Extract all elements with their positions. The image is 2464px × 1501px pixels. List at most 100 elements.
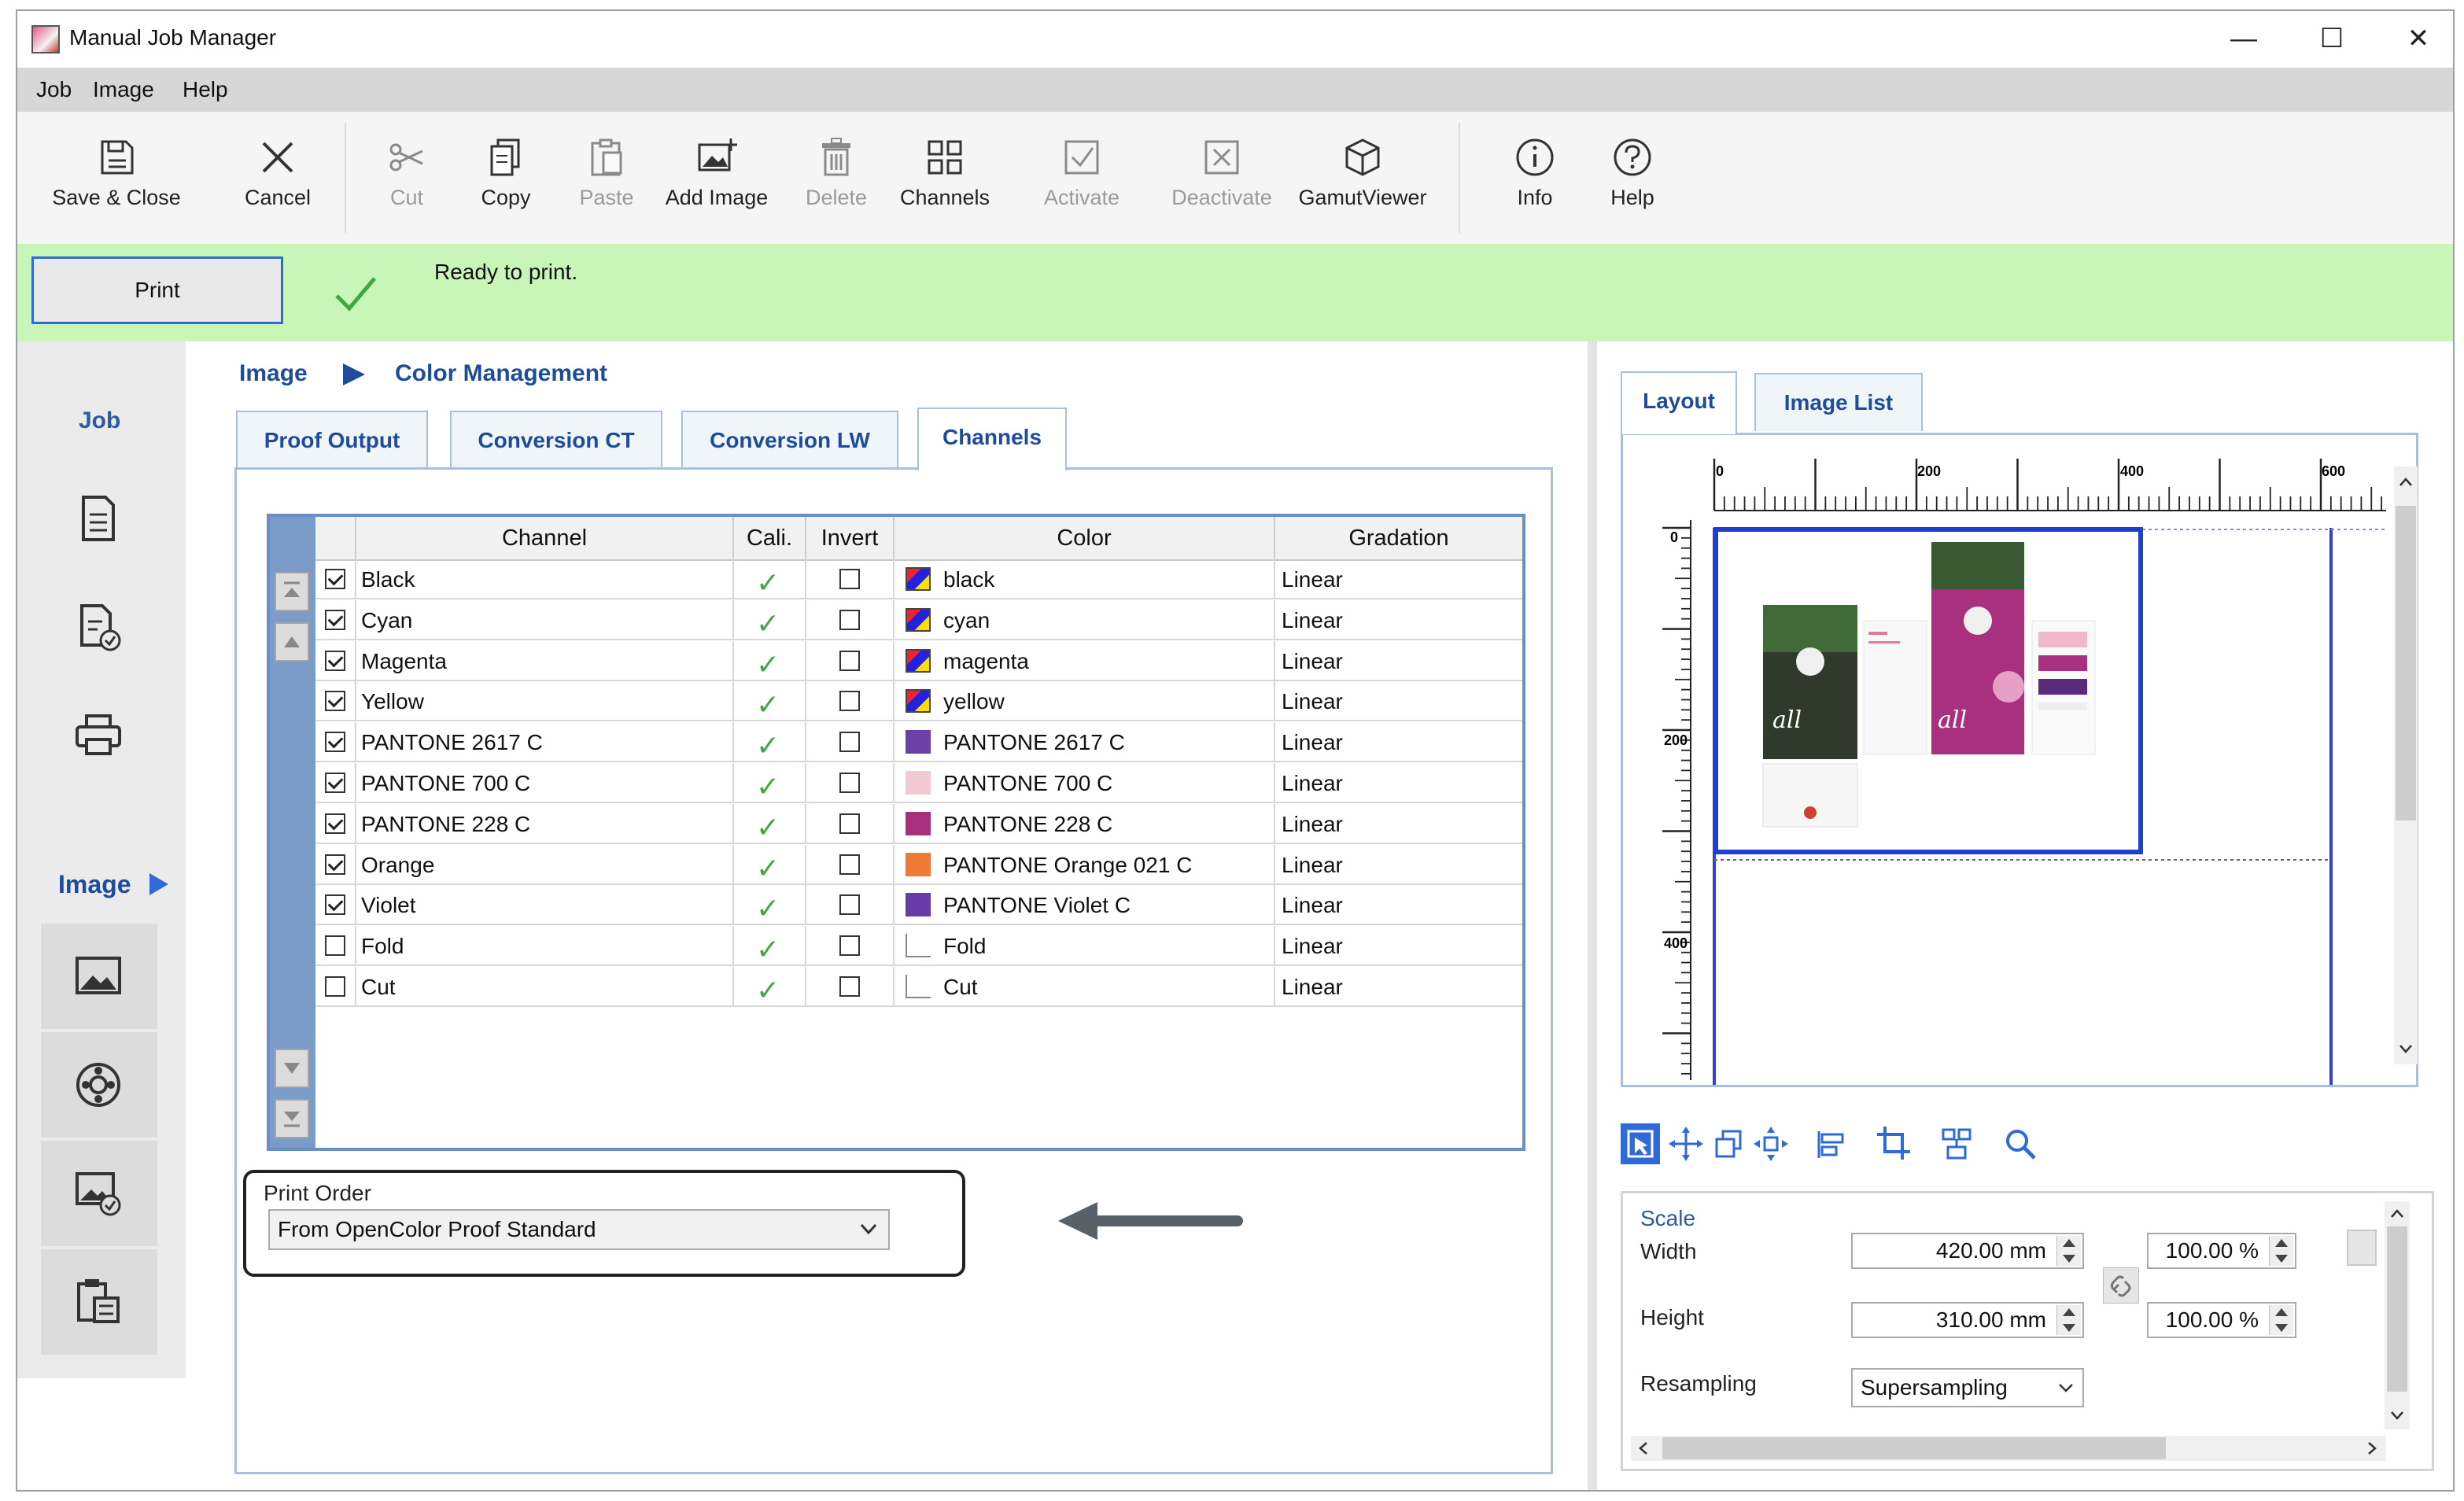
invert-checkbox[interactable] [839, 894, 860, 916]
gradation-cell[interactable]: Linear [1275, 722, 1522, 762]
gradation-cell[interactable]: Linear [1275, 885, 1522, 925]
document-check-icon[interactable] [71, 599, 126, 655]
invert-checkbox[interactable] [839, 976, 860, 997]
layout-vertical-scrollbar[interactable] [2394, 467, 2418, 1064]
maximize-button[interactable]: ☐ [2308, 19, 2355, 58]
layout-vertical-scroll-thumb[interactable] [2396, 506, 2416, 821]
deactivate-button[interactable]: Deactivate [1163, 135, 1281, 230]
zoom-tool-button[interactable] [2000, 1123, 2039, 1164]
tab-layout[interactable]: Layout [1621, 371, 1737, 434]
width-percent-input[interactable]: 100.00 % [2147, 1233, 2296, 1269]
tab-proof-output[interactable]: Proof Output [236, 411, 428, 469]
move-up-button[interactable] [275, 622, 309, 662]
move-tool-button[interactable] [1666, 1123, 1706, 1164]
chevron-down-icon[interactable] [2389, 1407, 2405, 1423]
header-channel[interactable]: Channel [356, 517, 734, 559]
move-bottom-button[interactable] [275, 1099, 309, 1138]
activate-button[interactable]: Activate [1023, 135, 1141, 230]
move-top-button[interactable] [275, 572, 309, 611]
header-invert[interactable]: Invert [806, 517, 894, 559]
table-row[interactable]: PANTONE 700 C ✓ PANTONE 700 C Linear [315, 763, 1522, 803]
chevron-down-icon[interactable] [2398, 1041, 2414, 1057]
table-row[interactable]: Cyan ✓ cyan Linear [315, 599, 1522, 640]
table-row[interactable]: Cut ✓ Cut Linear [315, 967, 1522, 1007]
color-cell[interactable]: Fold [894, 926, 1275, 967]
print-button[interactable]: Print [31, 256, 283, 324]
nav-job-label[interactable]: Job [79, 408, 120, 434]
add-image-button[interactable]: Add Image [658, 135, 776, 230]
color-cell[interactable]: Cut [894, 967, 1275, 1007]
width-spinner[interactable] [2056, 1236, 2081, 1266]
chevron-left-icon[interactable] [1636, 1440, 1651, 1456]
chevron-up-icon[interactable] [2389, 1206, 2405, 1222]
paste-button[interactable]: Paste [548, 135, 666, 230]
menu-job[interactable]: Job [36, 77, 72, 102]
color-cell[interactable]: magenta [894, 640, 1275, 681]
gradation-cell[interactable]: Linear [1275, 641, 1522, 681]
invert-checkbox[interactable] [839, 569, 860, 589]
move-down-button[interactable] [275, 1049, 309, 1088]
select-tool-button[interactable] [1621, 1123, 1660, 1164]
panel-splitter[interactable] [1588, 341, 1597, 1490]
tab-image-list[interactable]: Image List [1754, 373, 1923, 431]
color-cell[interactable]: PANTONE 700 C [894, 763, 1275, 803]
scale-option-button[interactable] [2347, 1230, 2377, 1266]
gamut-viewer-button[interactable]: GamutViewer [1289, 135, 1437, 230]
table-row[interactable]: Black ✓ black Linear [315, 559, 1522, 599]
document-icon[interactable] [71, 491, 126, 546]
table-row[interactable]: Magenta ✓ magenta Linear [315, 640, 1522, 681]
color-cell[interactable]: PANTONE 2617 C [894, 722, 1275, 763]
print-order-select[interactable]: From OpenColor Proof Standard [268, 1209, 890, 1250]
invert-checkbox[interactable] [839, 854, 860, 875]
help-button[interactable]: Help [1573, 135, 1691, 230]
scale-horizontal-scrollbar[interactable] [1631, 1436, 2386, 1461]
width-input[interactable]: 420.00 mm [1851, 1233, 2084, 1269]
tab-conversion-lw[interactable]: Conversion LW [681, 411, 898, 469]
invert-checkbox[interactable] [839, 650, 860, 671]
channel-enabled-checkbox[interactable] [325, 894, 345, 916]
gradation-cell[interactable]: Linear [1275, 967, 1522, 1007]
table-row[interactable]: PANTONE 2617 C ✓ PANTONE 2617 C Linear [315, 722, 1522, 763]
channel-enabled-checkbox[interactable] [325, 773, 345, 793]
table-row[interactable]: Orange ✓ PANTONE Orange 021 C Linear [315, 844, 1522, 885]
channel-enabled-checkbox[interactable] [325, 691, 345, 712]
tab-channels[interactable]: Channels [917, 408, 1067, 470]
gradation-cell[interactable]: Linear [1275, 681, 1522, 721]
height-input[interactable]: 310.00 mm [1851, 1302, 2084, 1338]
channel-enabled-checkbox[interactable] [325, 609, 345, 630]
gradation-cell[interactable]: Linear [1275, 600, 1522, 640]
chevron-up-icon[interactable] [2398, 474, 2414, 490]
nav-image-item[interactable] [41, 924, 157, 1029]
delete-button[interactable]: Delete [777, 135, 895, 230]
header-cali[interactable]: Cali. [734, 517, 806, 559]
width-percent-spinner[interactable] [2269, 1236, 2293, 1266]
invert-checkbox[interactable] [839, 732, 860, 753]
arrange-tool-button[interactable] [1937, 1123, 1976, 1164]
gradation-cell[interactable]: Linear [1275, 559, 1522, 599]
align-tool-button[interactable] [1811, 1123, 1850, 1164]
save-close-button[interactable]: Save & Close [47, 135, 186, 230]
channel-enabled-checkbox[interactable] [325, 569, 345, 589]
header-gradation[interactable]: Gradation [1275, 517, 1522, 559]
invert-checkbox[interactable] [839, 813, 860, 834]
channel-enabled-checkbox[interactable] [325, 854, 345, 875]
gradation-cell[interactable]: Linear [1275, 763, 1522, 803]
menu-help[interactable]: Help [183, 77, 228, 102]
crop-tool-button[interactable] [1874, 1123, 1913, 1164]
menu-image[interactable]: Image [93, 77, 154, 102]
channel-enabled-checkbox[interactable] [325, 976, 345, 997]
header-color[interactable]: Color [894, 517, 1275, 559]
channels-button[interactable]: Channels [886, 135, 1004, 230]
color-cell[interactable]: PANTONE 228 C [894, 803, 1275, 844]
distribute-tool-button[interactable] [1751, 1123, 1791, 1164]
height-spinner[interactable] [2056, 1305, 2081, 1335]
cancel-button[interactable]: Cancel [219, 135, 337, 230]
color-cell[interactable]: cyan [894, 599, 1275, 640]
close-window-button[interactable]: ✕ [2395, 19, 2442, 58]
nav-image-label[interactable]: Image [58, 870, 131, 899]
channel-enabled-checkbox[interactable] [325, 935, 345, 957]
invert-checkbox[interactable] [839, 691, 860, 712]
channel-enabled-checkbox[interactable] [325, 813, 345, 834]
scale-horizontal-scroll-thumb[interactable] [1662, 1437, 2166, 1459]
color-cell[interactable]: PANTONE Orange 021 C [894, 844, 1275, 885]
